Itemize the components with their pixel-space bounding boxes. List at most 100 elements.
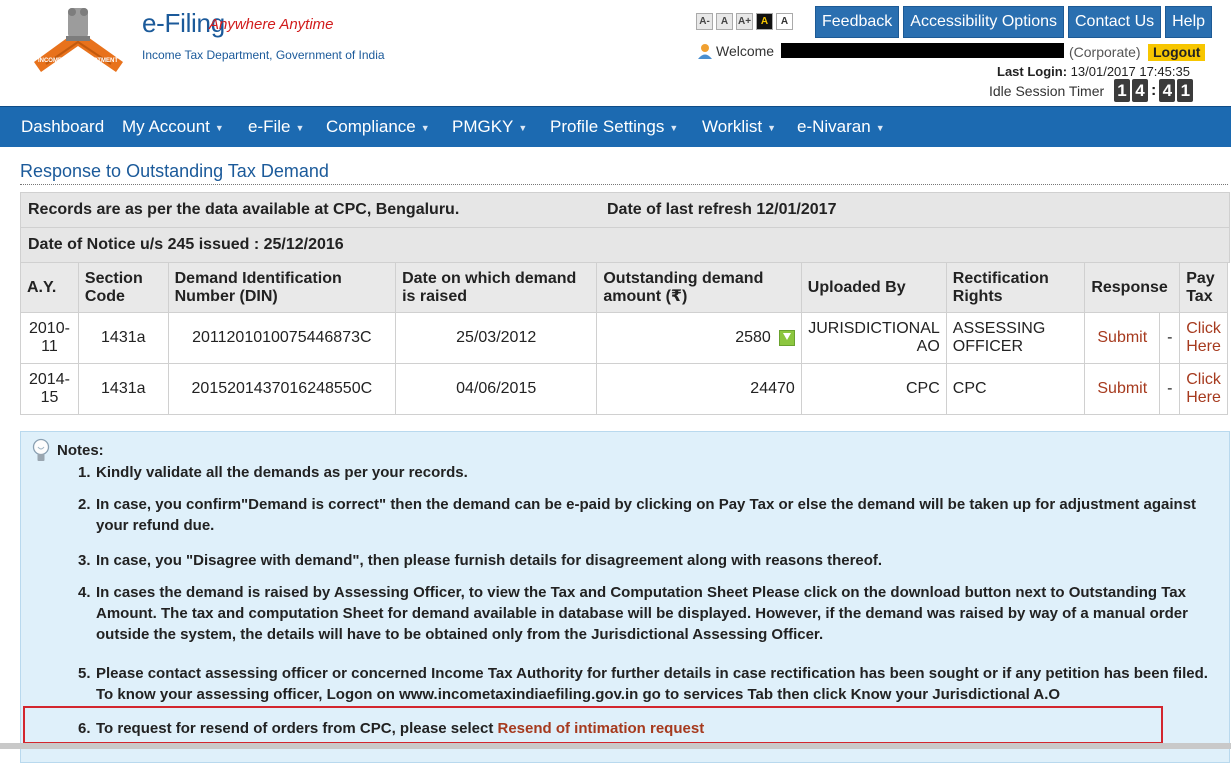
top-links: Feedback Accessibility Options Contact U… xyxy=(815,6,1213,38)
cell-ay: 2014- 15 xyxy=(20,363,79,415)
page-title: Response to Outstanding Tax Demand xyxy=(20,161,329,181)
welcome-text: Welcome xyxy=(716,43,775,59)
table-header-row: A.Y. Section Code Demand Identification Nu… xyxy=(20,262,1228,313)
pay-tax-link[interactable]: Click Here xyxy=(1179,312,1228,364)
welcome-area: Welcome xyxy=(697,43,774,59)
notes-heading: Notes: xyxy=(57,442,104,459)
font-decrease-button[interactable]: A- xyxy=(696,13,713,30)
brand-tagline: Anywhere Anytime xyxy=(209,16,334,33)
normal-contrast-button[interactable]: A xyxy=(776,13,793,30)
note-text: In cases the demand is raised by Assessi… xyxy=(96,584,1188,643)
svg-text:INCOME TAX DEPARTMENT: INCOME TAX DEPARTMENT xyxy=(38,58,118,64)
note-number: 4. xyxy=(78,584,91,601)
note-text: Please contact assessing officer or conc… xyxy=(96,665,1208,703)
timer-digit: 1 xyxy=(1177,79,1194,102)
cell-din: 2015201437016248550C xyxy=(167,363,397,415)
nav-label: e-File xyxy=(248,117,291,136)
cell-amount: 2580 xyxy=(596,312,802,364)
idle-session-timer: 1 4 : 4 1 xyxy=(1114,79,1194,102)
cell-section: 1431a xyxy=(77,312,169,364)
nav-label: PMGKY xyxy=(452,117,514,136)
records-note: Records are as per the data available at… xyxy=(28,201,460,218)
font-size-tools: A- A A+ A A xyxy=(696,13,793,30)
submit-link[interactable]: Submit xyxy=(1084,363,1161,415)
cell-ay: 2010- 11 xyxy=(20,312,79,364)
cell-date: 25/03/2012 xyxy=(395,312,598,364)
nav-my-account[interactable]: My Account ▼ xyxy=(122,107,224,147)
submit-link[interactable]: Submit xyxy=(1084,312,1161,364)
title-divider xyxy=(20,184,1228,185)
main-nav: Dashboard My Account ▼ e-File ▼ Compliance… xyxy=(0,106,1231,147)
nav-pmgky[interactable]: PMGKY ▼ xyxy=(452,107,527,147)
caret-down-icon: ▼ xyxy=(875,122,885,133)
caret-down-icon: ▼ xyxy=(518,122,528,133)
timer-colon: : xyxy=(1151,81,1157,99)
col-header-ay: A.Y. xyxy=(20,262,79,313)
nav-label: My Account xyxy=(122,117,210,136)
note-item: 2. In case, you confirm"Demand is correc… xyxy=(78,494,1218,536)
note-item: 3. In case, you "Disagree with demand", … xyxy=(78,550,1218,571)
nav-label: Dashboard xyxy=(21,117,105,136)
col-header-section: Section Code xyxy=(77,262,169,313)
feedback-button[interactable]: Feedback xyxy=(815,6,900,38)
note-number: 5. xyxy=(78,665,91,682)
cell-dash: - xyxy=(1159,312,1181,364)
nav-e-file[interactable]: e-File ▼ xyxy=(248,107,304,147)
emblem-logo[interactable]: INCOME TAX DEPARTMENT xyxy=(26,2,131,74)
font-normal-button[interactable]: A xyxy=(716,13,733,30)
logout-button[interactable]: Logout xyxy=(1148,44,1206,61)
download-icon[interactable] xyxy=(778,329,795,346)
nav-dashboard[interactable]: Dashboard xyxy=(21,107,104,147)
records-info-bar: Records are as per the data available at… xyxy=(20,192,1230,228)
caret-down-icon: ▼ xyxy=(214,122,224,133)
bulb-icon xyxy=(32,438,50,461)
nav-profile-settings[interactable]: Profile Settings ▼ xyxy=(550,107,678,147)
user-icon xyxy=(698,44,712,59)
caret-down-icon: ▼ xyxy=(420,122,430,133)
last-login-label: Last Login: xyxy=(997,64,1068,79)
note-text: In case, you confirm"Demand is correct" … xyxy=(96,496,1197,534)
accessibility-options-button[interactable]: Accessibility Options xyxy=(903,6,1064,38)
highlight-box xyxy=(23,706,1163,744)
contact-us-button[interactable]: Contact Us xyxy=(1067,6,1162,38)
note-item: 1. Kindly validate all the demands as pe… xyxy=(78,462,1218,483)
high-contrast-button[interactable]: A xyxy=(756,13,773,30)
nav-label: e-Nivaran xyxy=(797,117,871,136)
last-refresh: Date of last refresh 12/01/2017 xyxy=(607,201,837,218)
brand-subtitle: Income Tax Department, Government of Ind… xyxy=(142,48,385,62)
caret-down-icon: ▼ xyxy=(767,122,777,133)
note-text: Kindly validate all the demands as per y… xyxy=(96,464,468,481)
site-header: INCOME TAX DEPARTMENT e-Filing Anywhere … xyxy=(0,0,1231,106)
note-item: 4. In cases the demand is raised by Asse… xyxy=(78,582,1218,645)
cell-amount: 24470 xyxy=(596,363,802,415)
cell-dash: - xyxy=(1159,363,1181,415)
note-number: 2. xyxy=(78,496,91,513)
col-header-date: Date on which demand is raised xyxy=(395,262,598,313)
amount-value: 2580 xyxy=(735,329,771,346)
note-number: 1. xyxy=(78,464,91,481)
col-header-uploaded-by: Uploaded By xyxy=(800,262,947,313)
timer-digit: 4 xyxy=(1132,79,1148,102)
nav-e-nivaran[interactable]: e-Nivaran ▼ xyxy=(797,107,885,147)
idle-timer-label: Idle Session Timer xyxy=(989,83,1105,99)
timer-digit: 1 xyxy=(1114,79,1130,102)
cell-rectification: CPC xyxy=(945,363,1086,415)
note-text: In case, you "Disagree with demand", the… xyxy=(96,552,883,569)
pay-tax-link[interactable]: Click Here xyxy=(1179,363,1228,415)
cell-section: 1431a xyxy=(77,363,169,415)
col-header-response: Response xyxy=(1084,262,1181,313)
help-button[interactable]: Help xyxy=(1165,6,1213,38)
font-increase-button[interactable]: A+ xyxy=(736,13,753,30)
nav-compliance[interactable]: Compliance ▼ xyxy=(326,107,430,147)
nav-label: Profile Settings xyxy=(550,117,665,136)
nav-label: Compliance xyxy=(326,117,416,136)
demand-table: A.Y. Section Code Demand Identification Nu… xyxy=(20,262,1228,415)
col-header-rectification: Rectification Rights xyxy=(945,262,1086,313)
col-header-amount: Outstanding demand amount (₹) xyxy=(596,262,802,313)
note-number: 3. xyxy=(78,552,91,569)
nav-worklist[interactable]: Worklist ▼ xyxy=(702,107,776,147)
cell-uploaded-by: JURISDICTIONAL AO xyxy=(800,312,947,364)
last-login: Last Login: 13/01/2017 17:45:35 xyxy=(997,64,1190,79)
cell-date: 04/06/2015 xyxy=(395,363,598,415)
timer-digit: 4 xyxy=(1159,79,1176,102)
